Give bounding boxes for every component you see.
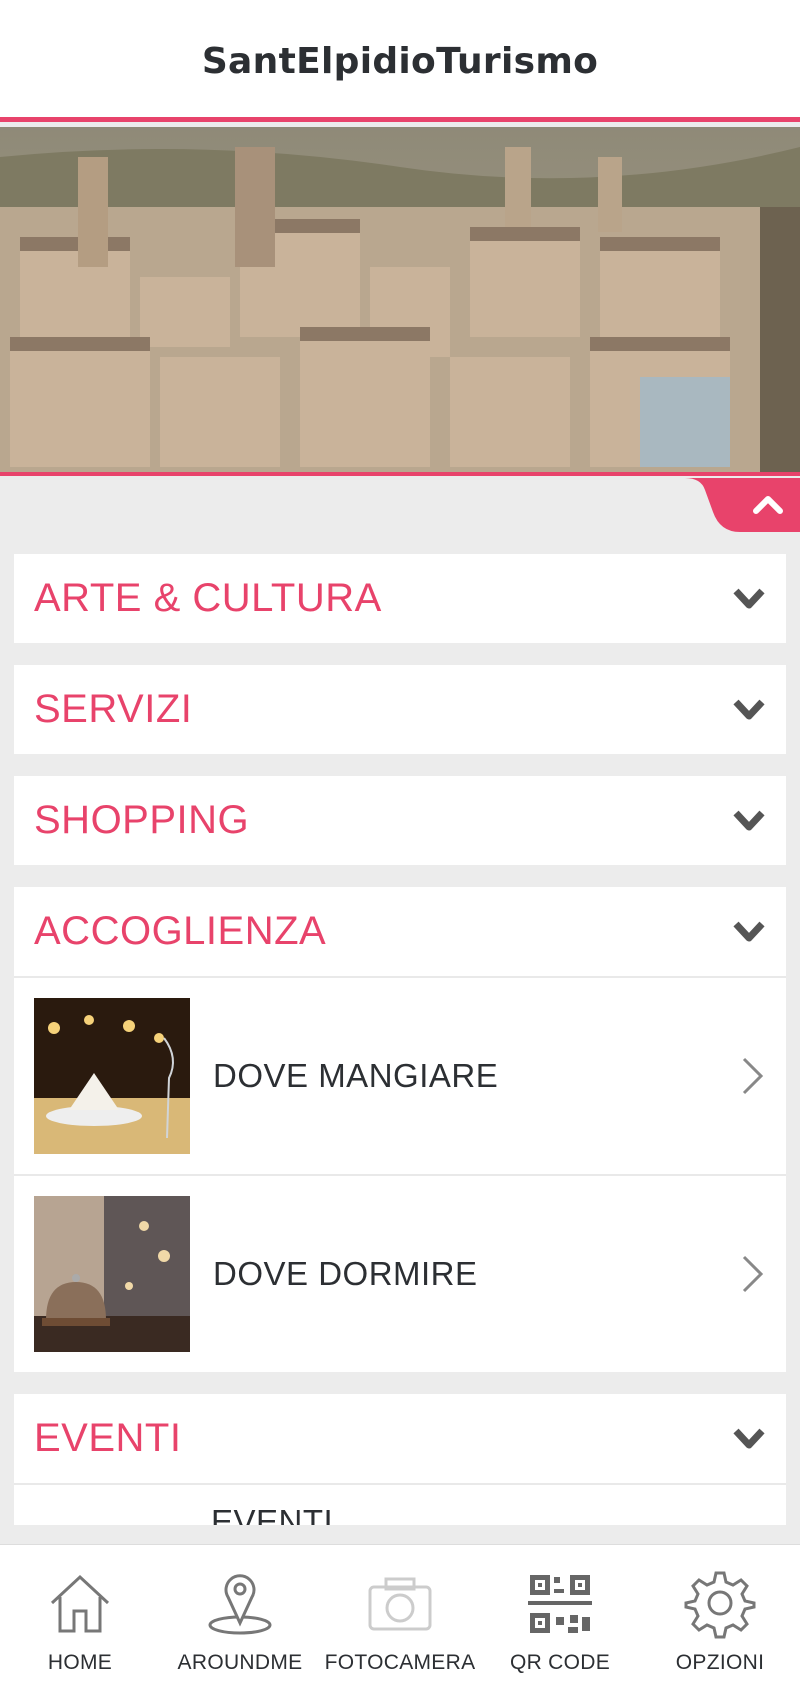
section-title: ACCOGLIENZA [34,909,327,953]
chevron-down-icon [733,921,765,941]
tab-label: AROUNDME [177,1651,303,1674]
section-arte-cultura: ARTE & CULTURA [14,554,786,643]
list-item-label: DOVE MANGIARE [213,1057,499,1094]
section-servizi: SERVIZI [14,665,786,754]
hero-image [0,127,800,476]
section-header[interactable]: SHOPPING [14,776,786,865]
list-item-label: DOVE DORMIRE [213,1255,478,1292]
section-header[interactable]: ARTE & CULTURA [14,554,786,643]
chevron-right-icon [742,1255,764,1293]
tab-opzioni[interactable]: OPZIONI [640,1545,800,1689]
tab-home[interactable]: HOME [0,1545,160,1689]
section-header[interactable]: SERVIZI [14,665,786,754]
tab-fotocamera[interactable]: FOTOCAMERA [320,1545,480,1689]
chevron-down-icon [733,810,765,830]
section-header[interactable]: ACCOGLIENZA [14,887,786,976]
section-title: EVENTI [34,1416,182,1460]
section-title: SHOPPING [34,798,250,842]
camera-icon [368,1577,432,1631]
section-accoglienza: ACCOGLIENZA DOVE MANGIARE DOVE DORMIRE [14,887,786,1372]
chevron-right-icon [742,1057,764,1095]
app-header: SantElpidioTurismo [0,0,800,122]
section-eventi: EVENTI EVENTI [14,1394,786,1525]
chevron-down-icon [733,588,765,608]
section-title: ARTE & CULTURA [34,576,382,620]
tab-aroundme[interactable]: AROUNDME [160,1545,320,1689]
section-header[interactable]: EVENTI [14,1394,786,1483]
location-pin-icon [208,1574,272,1635]
header-accent-line [0,117,800,122]
gear-icon [684,1571,756,1639]
app-title: SantElpidioTurismo [201,40,599,82]
chevron-down-icon [733,699,765,719]
category-list: ARTE & CULTURA SERVIZI SHOPPING ACCOGLIE… [14,554,786,1547]
chevron-down-icon [733,1428,765,1448]
section-title: SERVIZI [34,687,193,731]
list-item-label: EVENTI [211,1503,334,1525]
list-item-dove-dormire[interactable]: DOVE DORMIRE [14,1174,786,1372]
list-item-eventi[interactable]: EVENTI [14,1483,786,1525]
home-icon [50,1574,110,1633]
tab-qr-code[interactable]: QR CODE [480,1545,640,1689]
section-shopping: SHOPPING [14,776,786,865]
list-item-dove-mangiare[interactable]: DOVE MANGIARE [14,976,786,1174]
tab-label: FOTOCAMERA [324,1651,476,1674]
hotel-bell-thumbnail [34,1196,190,1352]
tab-label: QR CODE [509,1651,611,1674]
tab-label: OPZIONI [675,1651,765,1674]
tab-label: HOME [47,1651,113,1674]
town-panorama-image [0,127,800,472]
restaurant-thumbnail [34,998,190,1154]
bottom-tab-bar: HOME AROUNDME FOTOCAMERA QR CODE OPZIONI [0,1544,800,1689]
qr-code-icon [528,1575,592,1633]
collapse-header-button[interactable] [685,478,800,532]
